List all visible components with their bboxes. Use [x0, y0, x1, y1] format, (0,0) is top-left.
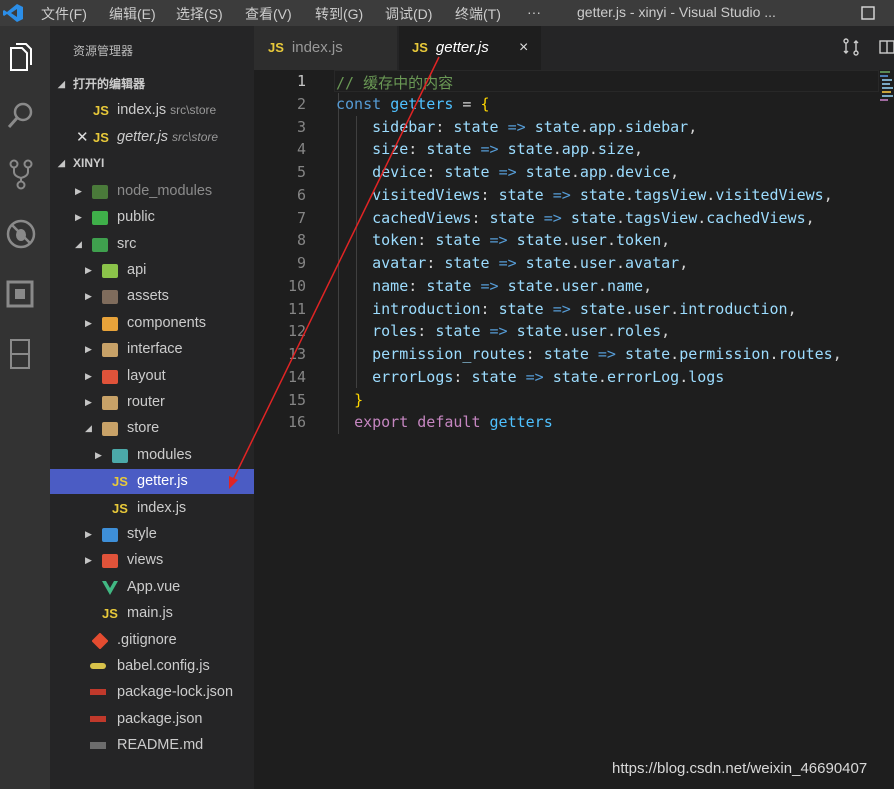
- annotation-arrow: [229, 56, 440, 489]
- watermark: https://blog.csdn.net/weixin_46690407: [612, 760, 868, 777]
